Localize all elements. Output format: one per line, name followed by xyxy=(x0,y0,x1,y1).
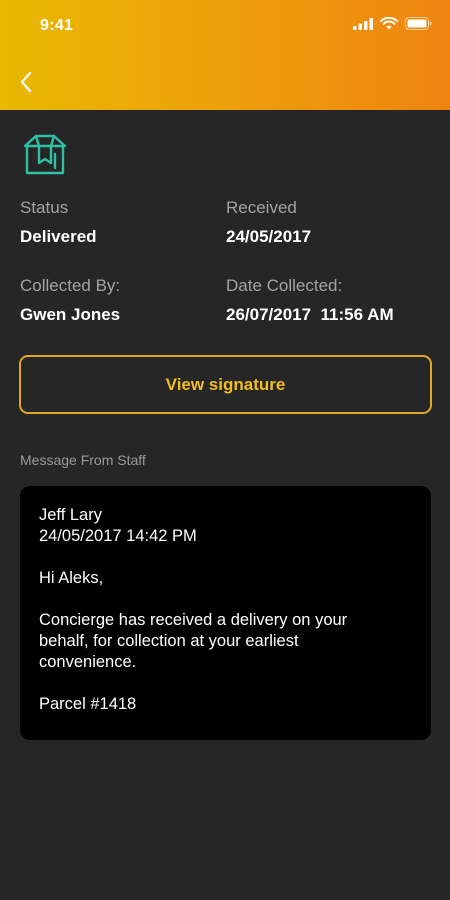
collected-by-value: Gwen Jones xyxy=(20,305,121,324)
message-parcel-ref: Parcel #1418 xyxy=(39,695,137,713)
status-bar-icons xyxy=(353,17,432,30)
received-label: Received xyxy=(226,198,297,217)
date-collected-value: 26/07/2017 11:56 AM xyxy=(226,305,394,324)
back-button[interactable] xyxy=(12,64,40,100)
app-header: 9:41 xyxy=(0,0,450,110)
message-greeting: Hi Aleks, xyxy=(39,569,104,587)
collected-by-label: Collected By: xyxy=(20,276,121,295)
view-signature-button[interactable]: View signature xyxy=(19,355,432,414)
message-body-line: behalf, for collection at your earliest xyxy=(39,632,299,650)
message-timestamp: 24/05/2017 14:42 PM xyxy=(39,527,197,545)
signal-icon xyxy=(353,17,373,30)
parcel-detail-screen: 9:41 Status Delivered Received 24/05/201… xyxy=(0,0,450,900)
message-heading: Message From Staff xyxy=(20,452,146,468)
status-label: Status xyxy=(20,198,69,217)
staff-message-card: Jeff Lary 24/05/2017 14:42 PM Hi Aleks, … xyxy=(20,486,431,740)
message-body-line: Concierge has received a delivery on you… xyxy=(39,611,348,629)
wifi-icon xyxy=(380,17,398,30)
parcel-box-icon xyxy=(23,134,67,175)
status-value: Delivered xyxy=(20,227,97,246)
chevron-left-icon xyxy=(20,71,32,93)
received-value: 24/05/2017 xyxy=(226,227,312,246)
date-collected-label: Date Collected: xyxy=(226,276,343,295)
status-bar-time: 9:41 xyxy=(40,17,74,34)
message-body-line: convenience. xyxy=(39,653,137,671)
battery-icon xyxy=(405,17,432,30)
message-sender: Jeff Lary xyxy=(39,506,102,524)
